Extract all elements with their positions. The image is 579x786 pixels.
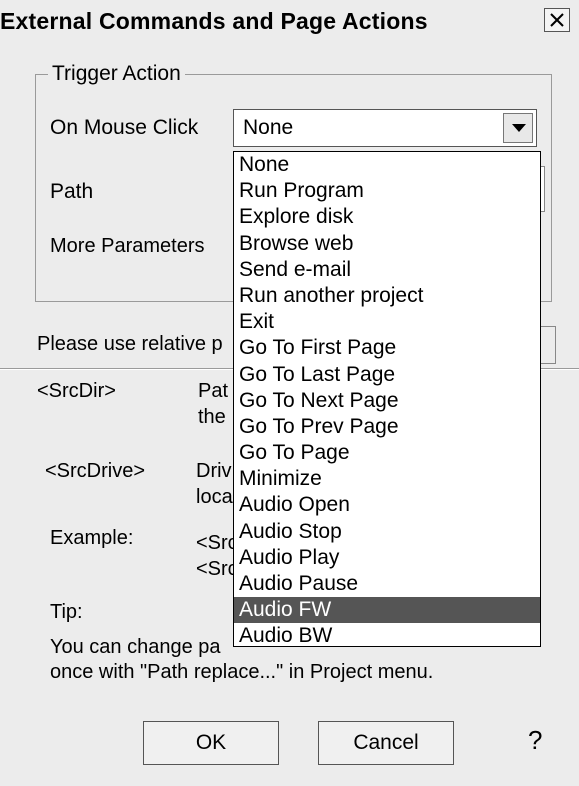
combo-selected-value: None bbox=[243, 116, 294, 139]
on-mouse-click-label: On Mouse Click bbox=[50, 116, 199, 139]
example-label: Example: bbox=[50, 527, 134, 549]
more-parameters-label: More Parameters bbox=[50, 235, 205, 257]
path-label: Path bbox=[50, 180, 94, 203]
dropdown-option[interactable]: Audio Open bbox=[234, 492, 540, 518]
dropdown-option[interactable]: Send e-mail bbox=[234, 257, 540, 283]
dropdown-option[interactable]: Go To Next Page bbox=[234, 388, 540, 414]
dropdown-option[interactable]: Audio FW bbox=[234, 597, 540, 624]
srcdrive-desc: Driv bbox=[196, 460, 232, 482]
dropdown-option[interactable]: Explore disk bbox=[234, 204, 540, 230]
dropdown-option[interactable]: Audio Play bbox=[234, 545, 540, 571]
help-icon[interactable]: ? bbox=[528, 725, 542, 756]
dropdown-option[interactable]: Run another project bbox=[234, 283, 540, 309]
ok-button[interactable]: OK bbox=[143, 721, 279, 765]
tip-text-line-1: You can change pa bbox=[50, 636, 221, 658]
srcdrive-desc-2: loca bbox=[196, 486, 233, 508]
dropdown-option[interactable]: Go To Page bbox=[234, 440, 540, 466]
srcdrive-token: <SrcDrive> bbox=[45, 460, 146, 482]
dropdown-option[interactable]: Audio Stop bbox=[234, 519, 540, 545]
dropdown-option[interactable]: Run Program bbox=[234, 178, 540, 204]
dropdown-option[interactable]: Go To First Page bbox=[234, 335, 540, 361]
chevron-down-icon bbox=[512, 124, 526, 132]
dropdown-option[interactable]: Minimize bbox=[234, 466, 540, 492]
close-button[interactable] bbox=[544, 8, 570, 32]
dropdown-option[interactable]: Audio BW bbox=[234, 623, 540, 649]
group-legend: Trigger Action bbox=[48, 62, 185, 86]
window-title: External Commands and Page Actions bbox=[0, 8, 428, 34]
close-icon bbox=[550, 13, 564, 27]
dropdown-option[interactable]: None bbox=[234, 152, 540, 178]
tip-text-line-2: once with "Path replace..." in Project m… bbox=[50, 661, 434, 683]
example-value-2: <Src bbox=[196, 558, 238, 580]
dropdown-option[interactable]: Go To Prev Page bbox=[234, 414, 540, 440]
dropdown-option[interactable]: Exit bbox=[234, 309, 540, 335]
action-dropdown-list[interactable]: None Run Program Explore disk Browse web Sen… bbox=[233, 151, 541, 647]
example-value-1: <Src bbox=[196, 532, 238, 554]
combo-dropdown-button[interactable] bbox=[503, 113, 533, 143]
relative-path-note: Please use relative p bbox=[37, 333, 223, 355]
cancel-button[interactable]: Cancel bbox=[318, 721, 454, 765]
srcdir-desc: Pat bbox=[198, 380, 229, 402]
mouse-click-action-combo[interactable]: None bbox=[233, 109, 537, 147]
title-bar: External Commands and Page Actions bbox=[0, 0, 579, 44]
srcdir-token: <SrcDir> bbox=[37, 380, 116, 402]
dropdown-option[interactable]: Go To Last Page bbox=[234, 362, 540, 388]
dropdown-option[interactable]: Audio Pause bbox=[234, 571, 540, 597]
path-browse-button[interactable] bbox=[540, 326, 556, 364]
srcdir-desc-2: the bbox=[198, 406, 226, 428]
dropdown-option[interactable]: Browse web bbox=[234, 231, 540, 257]
tip-label: Tip: bbox=[50, 601, 83, 623]
